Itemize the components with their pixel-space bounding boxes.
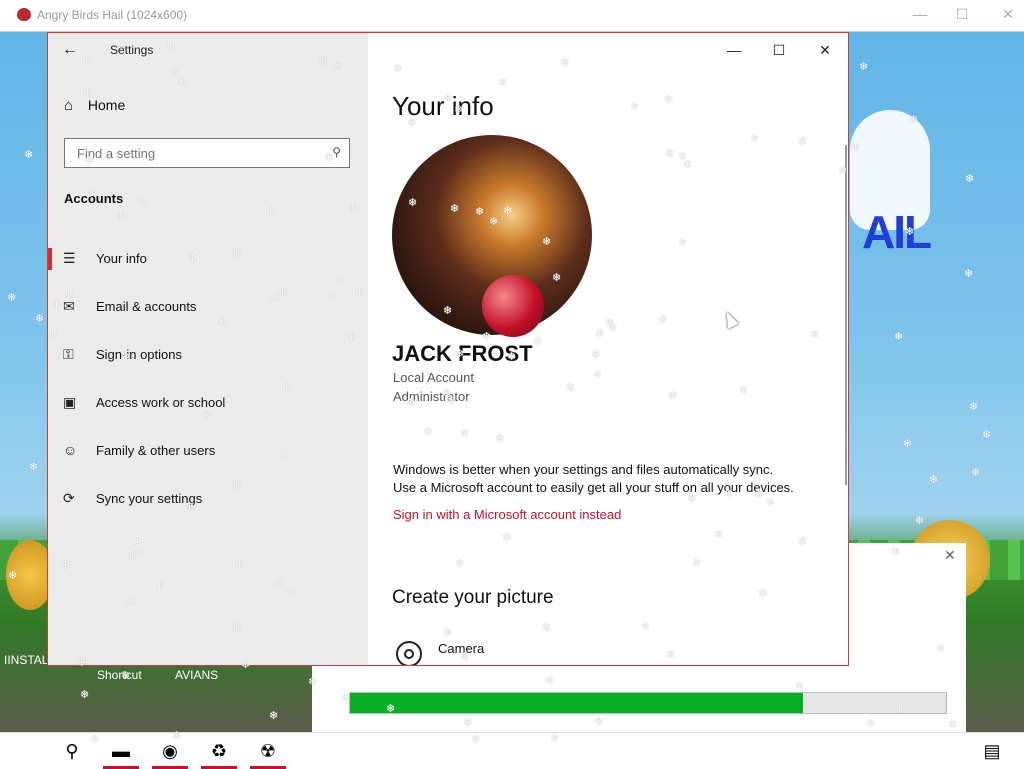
sidebar-item-label: Family & other users: [96, 443, 216, 458]
user-avatar: [392, 135, 592, 337]
sidebar-item-label: Your info: [96, 251, 147, 266]
game-close-button[interactable]: ✕: [998, 6, 1018, 24]
user-name: JACK FROST: [392, 341, 533, 366]
settings-sidebar: ← Settings ⌂ Home ⚲ Accounts ☰ Your info ✉…: [48, 33, 368, 665]
sidebar-item-family-other-users[interactable]: ☺ Family & other users: [48, 431, 368, 471]
sidebar-item-your-info[interactable]: ☰ Your info: [48, 239, 368, 279]
person-card-icon: ☰: [63, 250, 76, 266]
ornament-image: [482, 275, 544, 337]
sidebar-item-sync-your-settings[interactable]: ⟳ Sync your settings: [48, 479, 368, 519]
content-scrollbar[interactable]: [845, 145, 847, 485]
settings-app-title: Settings: [110, 43, 154, 57]
desktop-icon-avians[interactable]: AVIANS: [175, 668, 218, 682]
sync-info-line-1: Windows is better when your settings and…: [393, 462, 774, 477]
sidebar-item-label: Sign-in options: [96, 347, 182, 362]
search-icon: ⚲: [332, 145, 341, 159]
mail-icon: ✉: [63, 298, 75, 314]
notification-center-icon[interactable]: ▤: [970, 733, 1014, 769]
angry-bird-app-icon: [17, 8, 31, 21]
dialog-close-button[interactable]: ✕: [944, 547, 956, 564]
sidebar-item-access-work-or-school[interactable]: ▣ Access work or school: [48, 383, 368, 423]
taskbar: ⚲ ▬ ◉ ♻ ☢ ▤: [0, 732, 1024, 769]
account-type: Local Account: [393, 370, 474, 385]
home-icon: ⌂: [64, 97, 74, 114]
progress-bar: [349, 692, 947, 714]
sync-info-line-2: Use a Microsoft account to easily get al…: [393, 480, 794, 495]
sync-icon: ⟳: [63, 490, 75, 506]
search-icon: ⚲: [65, 741, 79, 761]
sidebar-item-label: Sync your settings: [96, 491, 203, 506]
settings-window: ← Settings ⌂ Home ⚲ Accounts ☰ Your info ✉…: [47, 32, 849, 666]
game-logo-text: AIL: [862, 206, 932, 258]
camera-option[interactable]: Camera: [438, 641, 484, 656]
sidebar-item-label: Access work or school: [96, 395, 226, 410]
folder-icon: ▬: [112, 741, 130, 761]
section-title-accounts: Accounts: [64, 191, 124, 206]
key-icon: ⚿: [63, 346, 74, 362]
file-explorer-button[interactable]: ▬: [99, 733, 143, 769]
sidebar-item-sign-in-options[interactable]: ⚿ Sign-in options: [48, 335, 368, 375]
sidebar-item-email-accounts[interactable]: ✉ Email & accounts: [48, 287, 368, 327]
briefcase-icon: ▣: [63, 394, 77, 410]
create-picture-title: Create your picture: [392, 587, 554, 608]
page-title: Your info: [392, 91, 494, 121]
radiation-icon: ☢: [259, 741, 277, 761]
progress-fill: [350, 693, 803, 713]
camera-icon[interactable]: [396, 641, 422, 665]
search-input[interactable]: [75, 139, 329, 167]
start-button[interactable]: [2, 733, 46, 769]
find-setting-search[interactable]: ⚲: [64, 138, 350, 168]
app-button[interactable]: ♻: [197, 733, 241, 769]
sidebar-item-label: Email & accounts: [96, 299, 197, 314]
back-arrow-icon[interactable]: ←: [62, 41, 78, 59]
microsoft-signin-link[interactable]: Sign in with a Microsoft account instead: [393, 507, 621, 522]
desktop-icon-installer[interactable]: IINSTAL: [4, 653, 48, 667]
firefox-icon: ◉: [162, 741, 178, 761]
nav-home[interactable]: ⌂ Home: [64, 97, 125, 119]
game-titlebar: Angry Birds Hail (1024x600) — ☐ ✕: [0, 0, 1024, 32]
your-info-content: Your info JACK FROST Local Account Admin…: [392, 33, 848, 665]
hazard-app-button[interactable]: ☢: [246, 733, 290, 769]
game-maximize-button[interactable]: ☐: [952, 6, 972, 24]
recycle-icon: ♻: [210, 741, 228, 761]
desktop-icon-shortcut[interactable]: Shortcut: [97, 668, 142, 682]
firefox-button[interactable]: ◉: [148, 733, 192, 769]
search-button[interactable]: ⚲: [50, 733, 94, 769]
nav-home-label: Home: [87, 97, 126, 113]
game-window-title: Angry Birds Hail (1024x600): [37, 8, 188, 22]
game-minimize-button[interactable]: —: [910, 6, 930, 24]
person-add-icon: ☺: [63, 442, 78, 458]
account-role: Administrator: [393, 389, 470, 404]
